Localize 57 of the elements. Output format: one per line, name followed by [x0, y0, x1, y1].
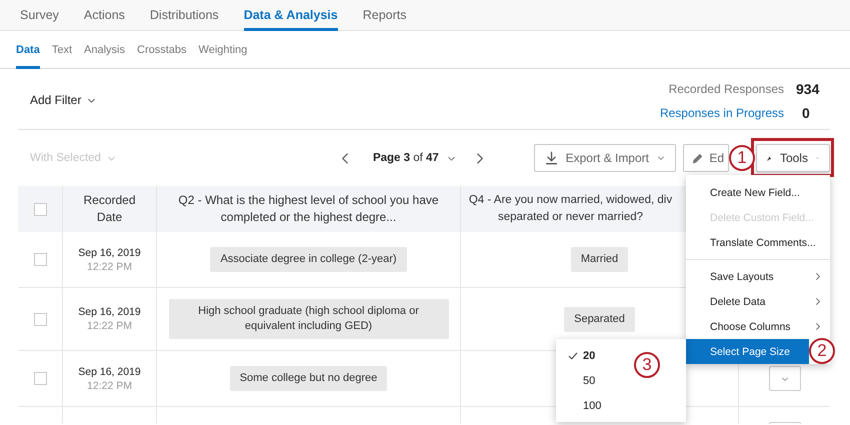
chevron-right-icon: [814, 297, 822, 306]
sub-tab[interactable]: Text: [52, 31, 72, 69]
responses-link[interactable]: Responses in Progress: [660, 104, 796, 122]
nav-tab[interactable]: Actions: [84, 0, 125, 31]
checkbox[interactable]: [34, 372, 46, 385]
pencil-icon: [692, 152, 704, 164]
time-text: 12:22 PM: [87, 378, 132, 392]
stat-value: 934: [796, 80, 820, 98]
sub-tab[interactable]: Data: [16, 31, 40, 69]
column-header: Recorded Date: [62, 186, 156, 232]
menu-item[interactable]: Translate Comments...: [686, 230, 830, 255]
date-text: Sep 16, 2019: [78, 246, 141, 260]
checkbox[interactable]: [34, 312, 46, 326]
date-text: Sep 16, 2019: [78, 364, 141, 378]
time-text: 12:22 PM: [87, 319, 132, 333]
chevron-down-icon: [657, 154, 665, 162]
callout-number: 1: [729, 145, 755, 171]
answer-chip: High school graduate (high school diploma or equivalent including GED): [168, 299, 448, 339]
answer-chip: Some college but no degree: [230, 366, 388, 391]
page-selector[interactable]: Page 3 of 47: [372, 152, 456, 164]
download-icon: [544, 151, 558, 165]
check-icon: [568, 350, 578, 360]
stat-label: Recorded Responses: [668, 81, 785, 98]
callout-number: 3: [634, 352, 660, 378]
nav-tab[interactable]: Distributions: [150, 0, 219, 31]
page-size-option[interactable]: 100: [556, 393, 608, 418]
sub-tab[interactable]: Crosstabs: [137, 31, 187, 69]
menu-item[interactable]: Delete Data: [686, 289, 830, 314]
menu-item[interactable]: Create New Field...: [686, 180, 830, 205]
menu-item[interactable]: Select Page Size: [686, 339, 809, 364]
column-header: Q2 - What is the highest level of school you have completed or the highest degre...: [156, 186, 460, 232]
callout-number: 2: [809, 338, 835, 364]
date-text: Sep 16, 2019: [78, 305, 141, 319]
chevron-right-icon: [814, 272, 822, 281]
chevron-down-icon: [780, 374, 788, 382]
export-import-button[interactable]: Export & Import: [534, 144, 676, 172]
answer-chip: Married: [570, 247, 628, 272]
time-text: 12:22 PM: [87, 260, 132, 274]
nav-tab[interactable]: Data & Analysis: [244, 0, 338, 31]
menu-item[interactable]: Choose Columns: [686, 314, 830, 339]
answer-chip: Separated: [564, 306, 635, 332]
page-size-option[interactable]: 50: [556, 368, 602, 393]
nav-tab[interactable]: Survey: [20, 0, 59, 31]
checkbox[interactable]: [34, 253, 46, 266]
row-dropdown-button[interactable]: [768, 366, 800, 391]
tools-button[interactable]: Tools: [756, 144, 830, 172]
chevron-right-icon: [814, 322, 822, 331]
answer-chip: Associate degree in college (2-year): [210, 247, 407, 272]
add-filter-dropdown[interactable]: Add Filter: [18, 88, 96, 112]
checkbox[interactable]: [34, 202, 46, 216]
page-size-option[interactable]: 20: [556, 343, 602, 368]
sub-tab[interactable]: Weighting: [198, 31, 248, 69]
stat-value: 0: [801, 104, 811, 122]
edit-button[interactable]: Ed: [683, 144, 729, 172]
sub-tab[interactable]: Analysis: [84, 31, 125, 69]
nav-tab[interactable]: Reports: [362, 0, 406, 31]
menu-item[interactable]: Save Layouts: [686, 264, 830, 289]
